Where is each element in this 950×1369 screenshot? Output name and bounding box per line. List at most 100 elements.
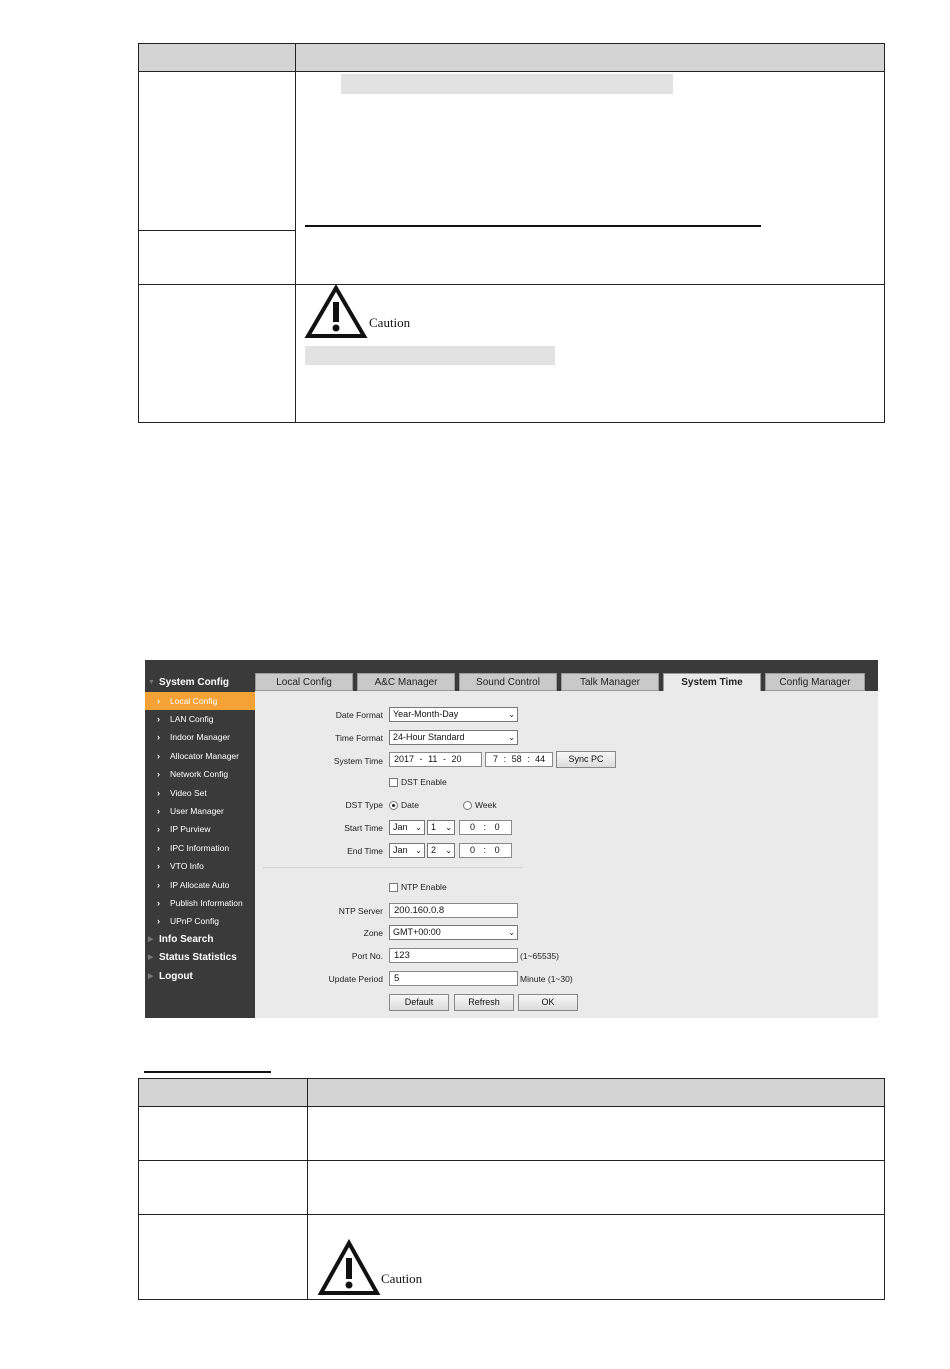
date-format-value: Year-Month-Day: [393, 709, 459, 719]
dst-type-week-radio[interactable]: [463, 801, 472, 810]
row-divider: [139, 1214, 884, 1215]
sidebar-item-ipc-information[interactable]: › IPC Information: [145, 839, 255, 857]
warning-triangle-icon: [317, 1239, 381, 1295]
tab-talk-manager[interactable]: Talk Manager: [561, 673, 659, 691]
start-hour: 0: [470, 822, 476, 832]
default-button[interactable]: Default: [389, 994, 449, 1011]
sidebar-group-label: System Config: [159, 677, 230, 688]
start-month-select[interactable]: Jan ⌄: [389, 820, 425, 835]
sidebar-item-video-set[interactable]: › Video Set: [145, 784, 255, 802]
date-day: 20: [451, 754, 462, 764]
sync-pc-button[interactable]: Sync PC: [556, 751, 616, 768]
time-hour: 7: [493, 754, 499, 764]
chevron-down-icon: ⌄: [508, 733, 515, 742]
port-input[interactable]: 123: [389, 948, 518, 963]
sidebar-item-label: UPnP Config: [170, 916, 219, 926]
tab-system-time[interactable]: System Time: [663, 673, 761, 691]
sidebar-group-logout[interactable]: ▶ Logout: [145, 968, 255, 986]
caret-right-icon: ▶: [148, 954, 154, 961]
system-time-form: Date Format Year-Month-Day ⌄ Time Format…: [255, 691, 878, 1018]
chevron-right-icon: ›: [157, 714, 160, 724]
system-clock-input[interactable]: 7 : 58 : 44: [485, 752, 553, 767]
sidebar-item-publish-information[interactable]: › Publish Information: [145, 894, 255, 912]
column-divider: [307, 1079, 308, 1299]
highlight-bar: [341, 74, 673, 94]
tab-bar: Local Config A&C Manager Sound Control T…: [255, 660, 878, 691]
start-minute: 0: [494, 822, 500, 832]
end-day-value: 2: [431, 845, 437, 855]
sidebar-item-local-config[interactable]: › Local Config: [145, 692, 255, 710]
end-day-select[interactable]: 2 ⌄: [427, 843, 455, 858]
row-divider: [139, 284, 884, 285]
chevron-right-icon: ›: [157, 696, 160, 706]
update-period-input[interactable]: 5: [389, 971, 518, 986]
tab-config-manager[interactable]: Config Manager: [765, 673, 865, 691]
row-divider: [139, 230, 296, 231]
caution-label: Caution: [381, 1271, 423, 1286]
table-header-row: [139, 44, 884, 72]
dst-type-week-label: Week: [475, 800, 497, 810]
start-time-label: Start Time: [344, 823, 383, 833]
chevron-right-icon: ›: [157, 751, 160, 761]
time-minute: 58: [511, 754, 522, 764]
tab-sound-control[interactable]: Sound Control: [459, 673, 557, 691]
sidebar-item-user-manager[interactable]: › User Manager: [145, 802, 255, 820]
sidebar-item-allocator-manager[interactable]: › Allocator Manager: [145, 747, 255, 765]
sidebar-group-status-statistics[interactable]: ▶ Status Statistics: [145, 949, 255, 967]
time-format-label: Time Format: [335, 733, 383, 743]
date-format-select[interactable]: Year-Month-Day ⌄: [389, 707, 518, 722]
dst-enable-checkbox[interactable]: [389, 778, 398, 787]
refresh-button[interactable]: Refresh: [454, 994, 514, 1011]
system-date-input[interactable]: 2017 - 11 - 20: [389, 752, 482, 767]
link-underline: [305, 225, 761, 227]
start-time-input[interactable]: 0 : 0: [459, 820, 512, 835]
sidebar-item-label: Indoor Manager: [170, 732, 231, 742]
sidebar-item-label: Video Set: [170, 788, 207, 798]
sidebar-item-ip-purview[interactable]: › IP Purview: [145, 820, 255, 838]
top-parameter-table: Caution: [138, 43, 885, 423]
ntp-server-label: NTP Server: [338, 906, 383, 916]
end-minute: 0: [494, 845, 500, 855]
time-format-select[interactable]: 24-Hour Standard ⌄: [389, 730, 518, 745]
chevron-right-icon: ›: [157, 898, 160, 908]
tab-local-config[interactable]: Local Config: [255, 673, 353, 691]
chevron-down-icon: ⌄: [415, 823, 422, 832]
sidebar-item-network-config[interactable]: › Network Config: [145, 765, 255, 783]
end-month-select[interactable]: Jan ⌄: [389, 843, 425, 858]
chevron-right-icon: ›: [157, 880, 160, 890]
caret-right-icon: ▶: [148, 973, 154, 980]
ntp-enable-label: NTP Enable: [401, 882, 447, 892]
chevron-right-icon: ›: [157, 806, 160, 816]
date-format-label: Date Format: [335, 710, 383, 720]
sidebar-item-label: Local Config: [170, 696, 218, 706]
chevron-right-icon: ›: [157, 788, 160, 798]
chevron-right-icon: ›: [157, 861, 160, 871]
chevron-right-icon: ›: [157, 916, 160, 926]
ntp-server-input[interactable]: 200.160.0.8: [389, 903, 518, 918]
sidebar-group-info-search[interactable]: ▶ Info Search: [145, 931, 255, 949]
date-year: 2017: [394, 754, 415, 764]
sidebar-item-indoor-manager[interactable]: › Indoor Manager: [145, 728, 255, 746]
tab-ac-manager[interactable]: A&C Manager: [357, 673, 455, 691]
sidebar-item-vto-info[interactable]: › VTO Info: [145, 857, 255, 875]
chevron-down-icon: ⌄: [445, 823, 452, 832]
sidebar-item-lan-config[interactable]: › LAN Config: [145, 710, 255, 728]
end-time-input[interactable]: 0 : 0: [459, 843, 512, 858]
ok-button[interactable]: OK: [518, 994, 578, 1011]
system-time-screenshot: ▼ System Config › Local Config › LAN Con…: [145, 660, 878, 1018]
caret-right-icon: ▶: [148, 936, 154, 943]
sidebar-item-ip-allocate-auto[interactable]: › IP Allocate Auto: [145, 876, 255, 894]
sidebar-group-system-config[interactable]: ▼ System Config: [145, 674, 255, 692]
time-separator: :: [527, 754, 530, 764]
sidebar-item-upnp-config[interactable]: › UPnP Config: [145, 912, 255, 930]
dst-type-date-radio[interactable]: [389, 801, 398, 810]
zone-select[interactable]: GMT+00:00 ⌄: [389, 925, 518, 940]
start-day-select[interactable]: 1 ⌄: [427, 820, 455, 835]
port-label: Port No.: [351, 951, 383, 961]
zone-value: GMT+00:00: [393, 927, 441, 937]
update-period-hint: Minute (1~30): [520, 974, 573, 984]
system-time-label: System Time: [333, 756, 383, 766]
time-separator: :: [503, 754, 507, 764]
ntp-enable-checkbox[interactable]: [389, 883, 398, 892]
chevron-down-icon: ⌄: [508, 928, 515, 937]
